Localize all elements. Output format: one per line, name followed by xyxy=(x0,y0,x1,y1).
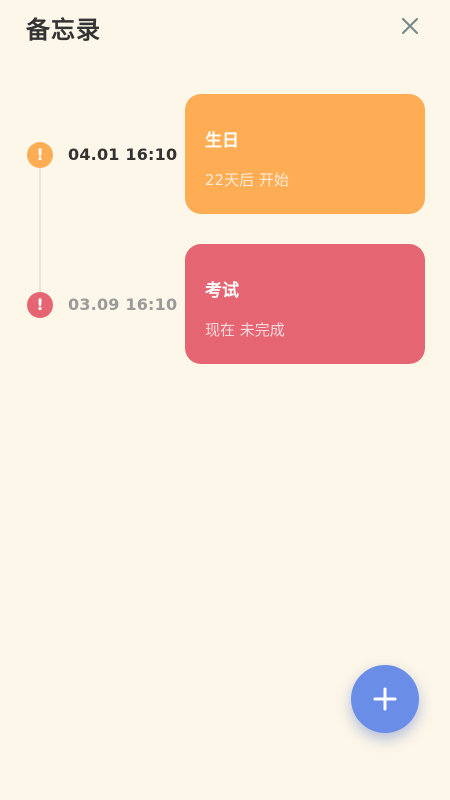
memo-time: 04.01 16:10 xyxy=(68,145,178,164)
memo-entry: ! 03.09 16:10 考试 现在 未完成 xyxy=(0,244,450,364)
close-icon xyxy=(401,17,419,35)
plus-icon xyxy=(373,687,397,711)
page-title: 备忘录 xyxy=(26,16,101,44)
alert-icon: ! xyxy=(27,292,53,318)
memo-card[interactable]: 考试 现在 未完成 xyxy=(185,244,425,364)
memo-status: 22天后 开始 xyxy=(205,171,289,189)
add-memo-button[interactable] xyxy=(351,665,419,733)
memo-title: 生日 xyxy=(205,131,239,151)
memo-screen: 备忘录 ! 04.01 16:10 生日 22天后 开始 ! 03.09 16:… xyxy=(0,0,450,800)
memo-status: 现在 未完成 xyxy=(205,321,285,339)
memo-title: 考试 xyxy=(205,281,239,301)
memo-entry: ! 04.01 16:10 生日 22天后 开始 xyxy=(0,94,450,214)
memo-card[interactable]: 生日 22天后 开始 xyxy=(185,94,425,214)
memo-time: 03.09 16:10 xyxy=(68,295,178,314)
alert-icon: ! xyxy=(27,142,53,168)
close-button[interactable] xyxy=(398,14,422,38)
